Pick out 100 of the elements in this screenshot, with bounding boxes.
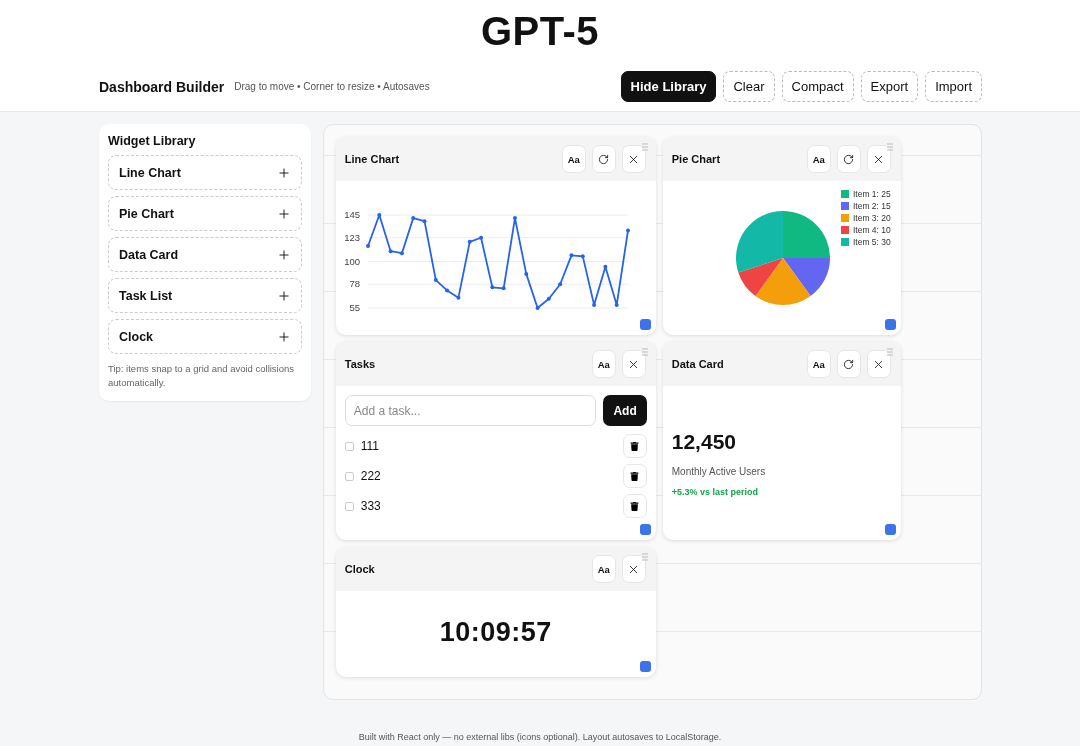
task-input-field[interactable]: Add a task... — [344, 395, 597, 426]
stat-value: 12,450 — [671, 430, 737, 454]
axis-tick-label: 55 — [349, 302, 360, 313]
data-point — [625, 228, 630, 233]
refresh-icon — [843, 153, 855, 165]
task-text: 333 — [360, 499, 382, 513]
drag-handle-icon[interactable] — [641, 553, 648, 561]
font-button[interactable]: Aa — [806, 145, 831, 173]
axis-tick-label: 123 — [343, 231, 360, 243]
legend-label: Item 5: 30 — [852, 237, 891, 247]
data-point — [377, 213, 382, 217]
pie-slice — [755, 258, 811, 305]
task-checkbox[interactable] — [344, 471, 354, 481]
legend-label: Item 4: 10 — [852, 225, 891, 235]
data-point — [467, 239, 472, 244]
widget-title: Pie Chart — [671, 153, 722, 165]
widget-header[interactable]: Line Chart Aa — [335, 137, 656, 181]
data-point — [569, 253, 574, 258]
data-point — [456, 295, 461, 300]
plus-icon — [276, 329, 291, 344]
footer-note: Built with React only — no external libs (icons optional). Layout autosaves to LocalStorage. — [357, 731, 723, 744]
delete-button[interactable] — [622, 434, 647, 458]
widget-title: Line Chart — [344, 153, 401, 165]
library-item[interactable]: Clock — [108, 319, 302, 354]
drag-handle-icon[interactable] — [886, 348, 893, 356]
close-button[interactable] — [621, 555, 646, 583]
library-tip: Tip: items snap to a grid and avoid collisions automatically. — [108, 362, 296, 390]
close-button[interactable] — [621, 350, 646, 378]
task-checkbox[interactable] — [344, 501, 354, 511]
plus-icon — [276, 206, 291, 221]
add-button[interactable]: Add — [603, 395, 647, 426]
drag-handle-icon[interactable] — [641, 143, 648, 151]
widget-title: Data Card — [671, 358, 725, 370]
drag-handle-icon[interactable] — [886, 143, 893, 151]
header-button[interactable]: Compact — [781, 71, 854, 102]
widget-title: Tasks — [344, 358, 377, 370]
resize-handle[interactable] — [639, 524, 651, 535]
data-point — [557, 282, 562, 287]
data-point — [512, 216, 517, 221]
data-point — [365, 244, 370, 248]
page-title: GPT-5 — [480, 8, 600, 54]
library-item[interactable]: Data Card — [108, 237, 302, 272]
trash-icon — [630, 501, 640, 511]
axis-tick-label: 145 — [343, 209, 360, 220]
trash-icon — [630, 441, 640, 451]
library-item[interactable]: Task List — [108, 278, 302, 313]
resize-handle[interactable] — [639, 661, 651, 672]
data-point — [501, 286, 506, 291]
library-title: Widget Library — [108, 134, 197, 148]
legend-label: Item 2: 15 — [852, 201, 891, 211]
data-point — [478, 235, 483, 240]
widget-header[interactable]: Tasks Aa — [335, 342, 656, 386]
widget-header[interactable]: Clock Aa — [335, 547, 656, 591]
library-item[interactable]: Line Chart — [108, 155, 302, 190]
data-point — [490, 285, 495, 290]
resize-handle[interactable] — [639, 319, 651, 330]
data-point — [444, 288, 449, 293]
stat-change: +5.3% vs last period — [671, 487, 760, 497]
task-text: 222 — [360, 469, 382, 483]
delete-button[interactable] — [622, 464, 647, 488]
library-item[interactable]: Pie Chart — [108, 196, 302, 231]
font-button[interactable]: Aa — [591, 350, 616, 378]
widget-header[interactable]: Pie Chart Aa — [662, 137, 901, 181]
task-text: 111 — [360, 439, 380, 453]
axis-tick-label: 100 — [343, 255, 360, 267]
header-hint: Drag to move • Corner to resize • Autosaves — [234, 81, 430, 92]
delete-button[interactable] — [622, 494, 647, 518]
clock-time: 10:09:57 — [439, 616, 552, 648]
data-point — [546, 296, 551, 301]
axis-tick-label: 78 — [349, 278, 360, 290]
data-point — [591, 302, 596, 307]
close-button[interactable] — [621, 145, 646, 173]
font-button[interactable]: Aa — [591, 555, 616, 583]
trash-icon — [630, 471, 640, 481]
header-button[interactable]: Export — [860, 71, 919, 102]
legend-label: Item 1: 25 — [852, 189, 891, 199]
refresh-button[interactable] — [836, 145, 861, 173]
refresh-button[interactable] — [836, 350, 861, 378]
header-button[interactable]: Import — [925, 71, 982, 102]
close-button[interactable] — [866, 145, 891, 173]
data-point — [580, 254, 585, 259]
data-point — [524, 271, 529, 276]
data-point — [399, 251, 404, 256]
font-button[interactable]: Aa — [806, 350, 831, 378]
refresh-button[interactable] — [591, 145, 616, 173]
close-button[interactable] — [866, 350, 891, 378]
data-point — [433, 278, 438, 283]
header-button[interactable]: Clear — [723, 71, 775, 102]
drag-handle-icon[interactable] — [641, 348, 648, 356]
plus-icon — [276, 247, 291, 262]
widget-title: Clock — [344, 563, 376, 575]
resize-handle[interactable] — [884, 524, 896, 535]
plus-icon — [276, 165, 291, 180]
font-button[interactable]: Aa — [561, 145, 586, 173]
task-checkbox[interactable] — [344, 441, 354, 451]
app-title: Dashboard Builder — [99, 78, 225, 95]
header-button[interactable]: Hide Library — [620, 71, 717, 102]
widget-header[interactable]: Data Card Aa — [662, 342, 901, 386]
resize-handle[interactable] — [884, 319, 896, 330]
pie-slice — [782, 211, 830, 258]
